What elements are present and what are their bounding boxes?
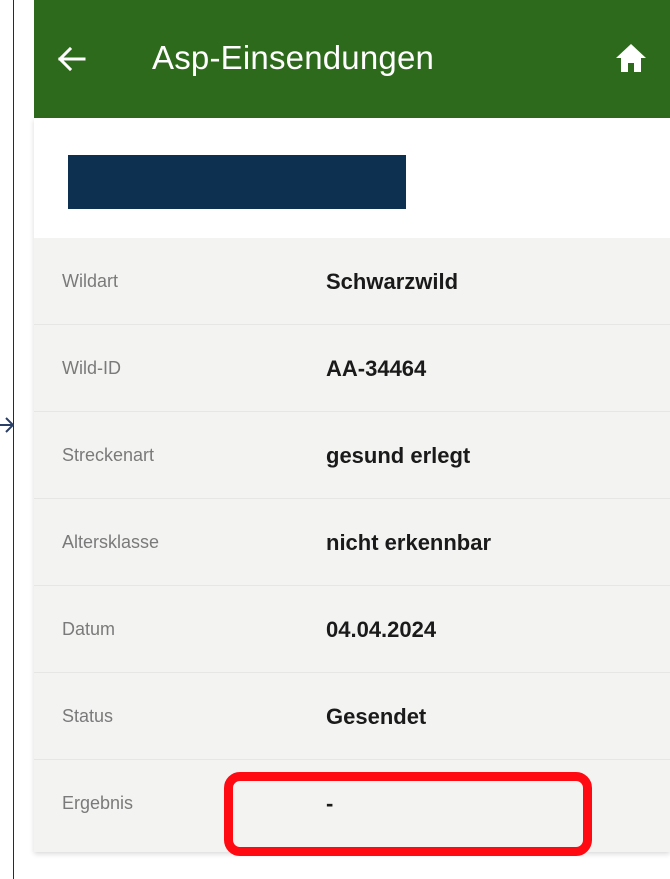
page-edge-line [13, 0, 14, 879]
detail-value: Schwarzwild [326, 269, 459, 294]
arrow-left-icon[interactable] [56, 44, 86, 74]
pointer-arrow-icon [0, 417, 14, 433]
page-title: Asp-Einsendungen [152, 39, 435, 76]
detail-label: Ergebnis [62, 793, 134, 813]
detail-label: Altersklasse [62, 532, 160, 552]
detail-row-streckenart: Streckenart gesund erlegt [34, 412, 670, 499]
app-screen: Asp-Einsendungen Wildart Schwarzwild Wil… [34, 0, 670, 879]
detail-label: Status [62, 706, 114, 726]
detail-value: nicht erkennbar [326, 530, 492, 555]
detail-value: AA-34464 [326, 356, 427, 381]
detail-row-wildart: Wildart Schwarzwild [34, 238, 670, 325]
detail-value: gesund erlegt [326, 443, 471, 468]
detail-value: 04.04.2024 [326, 617, 437, 642]
detail-card: Wildart Schwarzwild Wild-ID AA-34464 Str… [34, 118, 670, 852]
detail-label: Wild-ID [62, 358, 121, 378]
detail-row-altersklasse: Altersklasse nicht erkennbar [34, 499, 670, 586]
home-icon[interactable] [614, 42, 648, 74]
detail-row-wild-id: Wild-ID AA-34464 [34, 325, 670, 412]
highlight-box [224, 772, 592, 856]
detail-label: Datum [62, 619, 116, 639]
detail-value: Gesendet [326, 704, 427, 729]
detail-row-datum: Datum 04.04.2024 [34, 586, 670, 673]
detail-label: Streckenart [62, 445, 155, 465]
app-bar: Asp-Einsendungen [34, 0, 670, 118]
card-header [34, 118, 670, 238]
redacted-title-bar [68, 155, 406, 209]
detail-row-status: Status Gesendet [34, 673, 670, 760]
detail-label: Wildart [62, 271, 119, 291]
